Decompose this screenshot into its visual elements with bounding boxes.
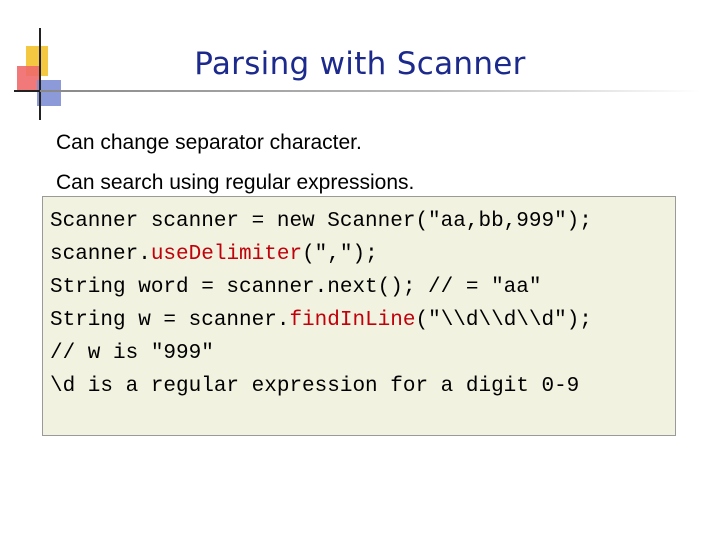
code-line-1: Scanner scanner = new Scanner("aa,bb,999… [50,210,592,233]
slide-title: Parsing with Scanner [194,46,526,82]
code-line-3: String word = scanner.next(); // = "aa" [50,276,542,299]
code-line-4: String w = scanner.findInLine("\\d\\d\\d… [50,304,675,337]
code-line-6: \d is a regular expression for a digit 0… [50,375,580,398]
code-text: ("\\d\\d\\d"); [415,309,592,332]
code-method-highlight: findInLine [289,309,416,332]
code-line-5: // w is "999" [50,342,214,365]
bullet-item: Can change separator character. [56,131,362,154]
bullet-list: Can change separator character. Can sear… [56,123,414,203]
code-text: String w = scanner. [50,309,290,332]
code-method-highlight: useDelimiter [150,243,303,266]
code-text: (","); [302,243,378,266]
code-line-2: scanner.useDelimiter(","); [50,238,675,271]
code-text: scanner. [50,243,151,266]
title-underline [40,90,700,92]
code-block: Scanner scanner = new Scanner("aa,bb,999… [42,196,676,436]
